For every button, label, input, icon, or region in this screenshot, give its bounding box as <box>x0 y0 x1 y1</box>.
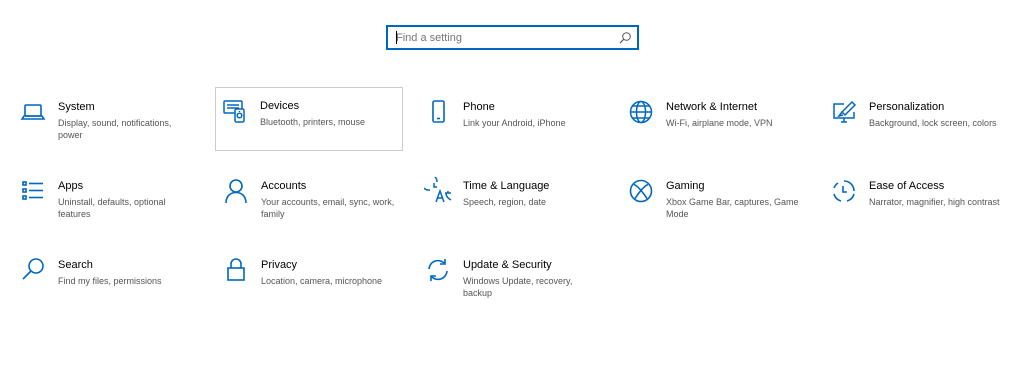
globe-icon <box>627 98 655 126</box>
ease-of-access-icon <box>830 177 858 205</box>
person-icon <box>222 177 250 205</box>
tile-description: Narrator, magnifier, high contrast <box>869 197 1000 207</box>
tile-privacy[interactable]: Privacy Location, camera, microphone <box>216 246 404 310</box>
tile-description: Find my files, permissions <box>58 276 162 286</box>
laptop-icon <box>19 98 47 126</box>
tile-apps[interactable]: Apps Uninstall, defaults, optional featu… <box>13 167 201 231</box>
tile-title: Personalization <box>869 101 945 113</box>
tile-title: Gaming <box>666 180 705 192</box>
tile-title: Devices <box>260 100 300 112</box>
tile-description: Windows Update, recovery, backup <box>463 276 573 298</box>
tile-title: Time & Language <box>463 180 550 192</box>
tile-search[interactable]: Search Find my files, permissions <box>13 246 201 310</box>
tile-title: Network & Internet <box>666 101 758 113</box>
settings-home: System Display, sound, notifications, po… <box>0 0 1024 389</box>
tile-title: Update & Security <box>463 259 552 271</box>
tile-personalization[interactable]: Personalization Background, lock screen,… <box>824 88 1012 152</box>
tile-update-security[interactable]: Update & Security Windows Update, recove… <box>418 246 606 310</box>
tile-network-internet[interactable]: Network & Internet Wi-Fi, airplane mode,… <box>621 88 809 152</box>
tile-title: Phone <box>463 101 495 113</box>
tile-gaming[interactable]: Gaming Xbox Game Bar, captures, Game Mod… <box>621 167 809 231</box>
tile-description: Uninstall, defaults, optional features <box>58 197 166 219</box>
tile-devices[interactable]: Devices Bluetooth, printers, mouse <box>215 87 403 151</box>
tile-description: Speech, region, date <box>463 197 547 207</box>
text-caret <box>396 31 397 44</box>
tile-description: Bluetooth, printers, mouse <box>260 117 366 127</box>
tile-description: Display, sound, notifications, power <box>58 118 172 140</box>
devices-icon <box>221 97 249 125</box>
search-input[interactable] <box>388 27 612 48</box>
apps-list-icon <box>19 177 47 205</box>
sync-arrows-icon <box>424 256 452 284</box>
tile-description: Location, camera, microphone <box>261 276 383 286</box>
phone-icon <box>424 98 452 126</box>
tile-title: Search <box>58 259 93 271</box>
paintbrush-screen-icon <box>830 98 858 126</box>
search-icon[interactable] <box>618 31 632 45</box>
tile-time-language[interactable]: Time & Language Speech, region, date <box>418 167 606 231</box>
tile-title: System <box>58 101 95 113</box>
tile-phone[interactable]: Phone Link your Android, iPhone <box>418 88 606 152</box>
tile-description: Xbox Game Bar, captures, Game Mode <box>666 197 799 219</box>
tile-ease-of-access[interactable]: Ease of Access Narrator, magnifier, high… <box>824 167 1012 231</box>
tile-description: Your accounts, email, sync, work, family <box>261 197 395 219</box>
tile-description: Background, lock screen, colors <box>869 118 997 128</box>
tile-accounts[interactable]: Accounts Your accounts, email, sync, wor… <box>216 167 404 231</box>
tile-description: Link your Android, iPhone <box>463 118 566 128</box>
tile-title: Apps <box>58 180 84 192</box>
tile-title: Privacy <box>261 259 298 271</box>
time-language-icon <box>424 177 452 205</box>
tile-system[interactable]: System Display, sound, notifications, po… <box>13 88 201 152</box>
tile-title: Ease of Access <box>869 180 945 192</box>
search-box[interactable] <box>386 25 639 50</box>
xbox-icon <box>627 177 655 205</box>
lock-icon <box>222 256 250 284</box>
tile-title: Accounts <box>261 180 307 192</box>
magnifier-icon <box>19 256 47 284</box>
tile-description: Wi-Fi, airplane mode, VPN <box>666 118 773 128</box>
